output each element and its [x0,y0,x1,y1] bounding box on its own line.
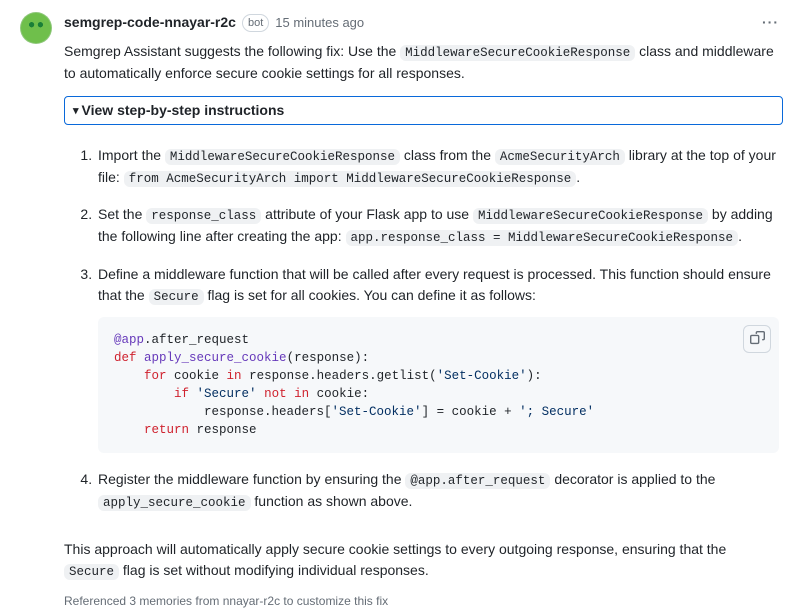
code-inline: response_class [146,208,261,224]
steps-list: Import the MiddlewareSecureCookieRespons… [68,145,779,513]
kebab-menu-icon[interactable]: ··· [758,12,783,33]
intro-text: Semgrep Assistant suggests the following… [64,41,783,84]
code-inline: apply_secure_cookie [98,495,251,511]
code-inline: MiddlewareSecureCookieResponse [473,208,708,224]
copy-button[interactable] [743,325,771,353]
outro-text: This approach will automatically apply s… [64,539,783,582]
comment-header: semgrep-code-nnayar-r2c bot 15 minutes a… [64,12,783,33]
step-3: Define a middleware function that will b… [96,264,779,454]
comment-container: semgrep-code-nnayar-r2c bot 15 minutes a… [20,12,783,610]
code-inline: AcmeSecurityArch [495,149,625,165]
step-4: Register the middleware function by ensu… [96,469,779,513]
step-1: Import the MiddlewareSecureCookieRespons… [96,145,779,189]
code-inline: Secure [64,564,119,580]
step-2: Set the response_class attribute of your… [96,204,779,248]
code-inline: app.response_class = MiddlewareSecureCoo… [346,230,739,246]
comment-body: semgrep-code-nnayar-r2c bot 15 minutes a… [64,12,783,610]
code-inline: MiddlewareSecureCookieResponse [165,149,400,165]
code-inline: Secure [149,289,204,305]
code-block: @app.after_request def apply_secure_cook… [98,317,779,454]
code-pre: @app.after_request def apply_secure_cook… [98,317,779,454]
code-inline: from AcmeSecurityArch import MiddlewareS… [124,171,577,187]
code-inline: MiddlewareSecureCookieResponse [400,45,635,61]
timestamp[interactable]: 15 minutes ago [275,13,364,33]
steps-content: Import the MiddlewareSecureCookieRespons… [64,135,783,525]
memories-note: Referenced 3 memories from nnayar-r2c to… [64,592,783,610]
bot-badge: bot [242,14,269,32]
avatar[interactable] [20,12,52,44]
code-inline: @app.after_request [405,473,550,489]
author-link[interactable]: semgrep-code-nnayar-r2c [64,12,236,33]
copy-icon [750,331,765,346]
steps-summary[interactable]: View step-by-step instructions [65,97,782,124]
steps-disclosure[interactable]: View step-by-step instructions [64,96,783,125]
